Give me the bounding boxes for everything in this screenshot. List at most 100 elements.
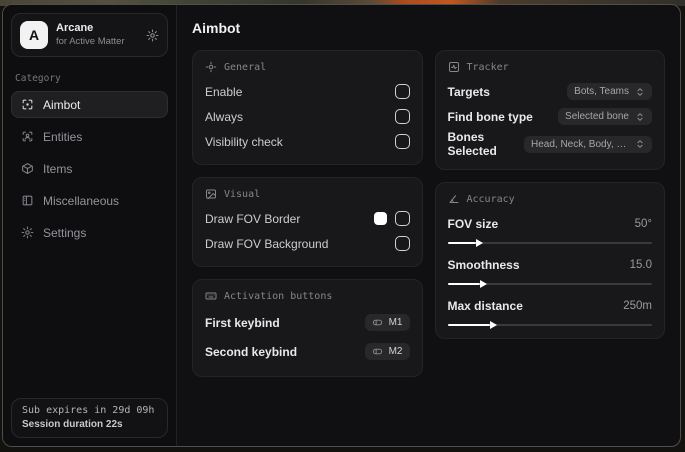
sidebar-item-settings[interactable]: Settings (11, 219, 168, 246)
sidebar: A Arcane for Active Matter Category Aimb… (3, 5, 177, 446)
card-header-label: General (224, 61, 267, 73)
smoothness-slider[interactable] (447, 280, 652, 288)
find-bone-type-dropdown[interactable]: Selected bone (558, 108, 652, 125)
always-checkbox[interactable] (394, 109, 410, 124)
draw-fov-background-checkbox[interactable] (394, 236, 410, 251)
sidebar-item-label: Miscellaneous (43, 193, 120, 208)
slider-label-row: FOV size 50° (448, 212, 653, 235)
slider-value: 250m (623, 299, 652, 312)
sidebar-item-label: Aimbot (43, 97, 81, 112)
brand-subtitle: for Active Matter (56, 35, 125, 47)
accuracy-card: Accuracy FOV size 50° Smoothness 15.0 Ma… (434, 182, 665, 339)
keybind-value: M2 (388, 346, 403, 357)
category-nav: Aimbot Entities Items Miscellaneous Sett… (3, 91, 176, 246)
setting-row-bones-selected: Bones Selected Head, Neck, Body, Pe… (447, 130, 652, 158)
setting-label: Draw FOV Border (205, 211, 301, 226)
right-column: Tracker Targets Bots, Teams Find bone ty… (434, 50, 665, 339)
slider-value: 50° (634, 217, 652, 230)
sub-expiry-text: Sub expires in 29d 09h (22, 405, 155, 416)
slider-label-row: Smoothness 15.0 (448, 253, 653, 276)
sidebar-item-label: Entities (43, 129, 83, 144)
sidebar-item-label: Settings (43, 225, 87, 240)
setting-label: Find bone type (447, 109, 533, 124)
gear-icon[interactable] (146, 29, 159, 42)
dropdown-value: Head, Neck, Body, Pe… (531, 138, 629, 150)
cheat-menu-window: A Arcane for Active Matter Category Aimb… (2, 4, 681, 447)
enable-checkbox[interactable] (394, 84, 410, 99)
angle-icon (448, 193, 460, 205)
setting-row-always: Always (205, 105, 410, 128)
dropdown-value: Selected bone (565, 111, 629, 122)
image-icon (205, 188, 217, 200)
tracker-card: Tracker Targets Bots, Teams Find bone ty… (434, 50, 665, 170)
panel-icon (21, 194, 34, 207)
general-card-header: General (205, 61, 410, 73)
subscription-info-card: Sub expires in 29d 09h Session duration … (11, 398, 168, 438)
max-distance-slider[interactable] (447, 321, 652, 329)
gear-icon (21, 226, 34, 239)
setting-row-draw-fov-border: Draw FOV Border (205, 207, 410, 230)
setting-label: Draw FOV Background (205, 236, 329, 251)
accuracy-card-header: Accuracy (448, 193, 653, 205)
setting-row-targets: Targets Bots, Teams (447, 80, 652, 103)
setting-label: Enable (205, 84, 243, 99)
visual-card: Visual Draw FOV Border Draw FOV Backgrou… (192, 177, 423, 267)
visibility-check-checkbox[interactable] (394, 134, 410, 149)
setting-label: Targets (447, 84, 490, 99)
category-label: Category (15, 73, 61, 84)
setting-row-visibility-check: Visibility check (205, 130, 410, 153)
activity-icon (448, 61, 460, 73)
cube-icon (21, 162, 34, 175)
fov-size-slider-group: FOV size 50° (447, 212, 653, 247)
visual-card-header: Visual (205, 188, 410, 200)
max-distance-slider-group: Max distance 250m (447, 294, 653, 329)
entity-scan-icon (21, 130, 34, 143)
left-column: General Enable Always Visibility check V… (192, 50, 423, 377)
chevrons-up-down-icon (635, 112, 645, 122)
setting-row-draw-fov-background: Draw FOV Background (205, 232, 410, 255)
draw-fov-border-checkbox[interactable] (394, 211, 410, 226)
setting-row-find-bone-type: Find bone type Selected bone (447, 105, 652, 128)
setting-row-enable: Enable (205, 80, 410, 103)
brand-name: Arcane (56, 22, 94, 35)
mouse-icon (372, 317, 383, 328)
smoothness-slider-group: Smoothness 15.0 (447, 253, 653, 288)
first-keybind-button[interactable]: M1 (364, 314, 410, 331)
crosshair-icon (205, 61, 217, 73)
bones-selected-dropdown[interactable]: Head, Neck, Body, Pe… (524, 135, 652, 153)
main-content: Aimbot General Enable Always Visibility … (177, 5, 680, 446)
mouse-icon (372, 346, 383, 357)
sidebar-item-aimbot[interactable]: Aimbot (11, 91, 168, 118)
slider-label: FOV size (447, 216, 499, 231)
sidebar-item-entities[interactable]: Entities (11, 123, 168, 150)
sidebar-item-label: Items (43, 161, 73, 176)
keybind-value: M1 (388, 317, 403, 328)
tracker-card-header: Tracker (448, 61, 653, 73)
dropdown-value: Bots, Teams (574, 86, 629, 97)
setting-label: Visibility check (205, 134, 283, 149)
setting-label: Always (205, 109, 244, 124)
sidebar-item-items[interactable]: Items (11, 155, 168, 182)
setting-row-second-keybind: Second keybind M2 (205, 338, 410, 365)
brand-card: A Arcane for Active Matter (11, 13, 168, 57)
setting-row-first-keybind: First keybind M1 (205, 309, 410, 336)
setting-label: Second keybind (205, 344, 298, 359)
setting-label: Bones Selected (447, 130, 497, 158)
slider-label-row: Max distance 250m (448, 294, 653, 317)
fov-border-color-swatch[interactable] (373, 212, 387, 225)
card-header-label: Accuracy (466, 193, 515, 205)
slider-fill[interactable] (447, 321, 498, 329)
sidebar-item-miscellaneous[interactable]: Miscellaneous (11, 187, 168, 214)
slider-fill[interactable] (447, 280, 487, 288)
chevrons-up-down-icon (635, 139, 645, 149)
activation-card-header: Activation buttons (205, 290, 410, 302)
second-keybind-button[interactable]: M2 (364, 343, 410, 360)
card-header-label: Activation buttons (224, 290, 333, 302)
fov-size-slider[interactable] (447, 239, 652, 247)
brand-text: Arcane for Active Matter (56, 22, 138, 48)
targets-dropdown[interactable]: Bots, Teams (567, 83, 652, 100)
activation-buttons-card: Activation buttons First keybind M1 Seco… (192, 279, 423, 377)
slider-fill[interactable] (447, 239, 483, 247)
card-header-label: Visual (224, 188, 261, 200)
session-duration-text: Session duration 22s (22, 419, 123, 430)
